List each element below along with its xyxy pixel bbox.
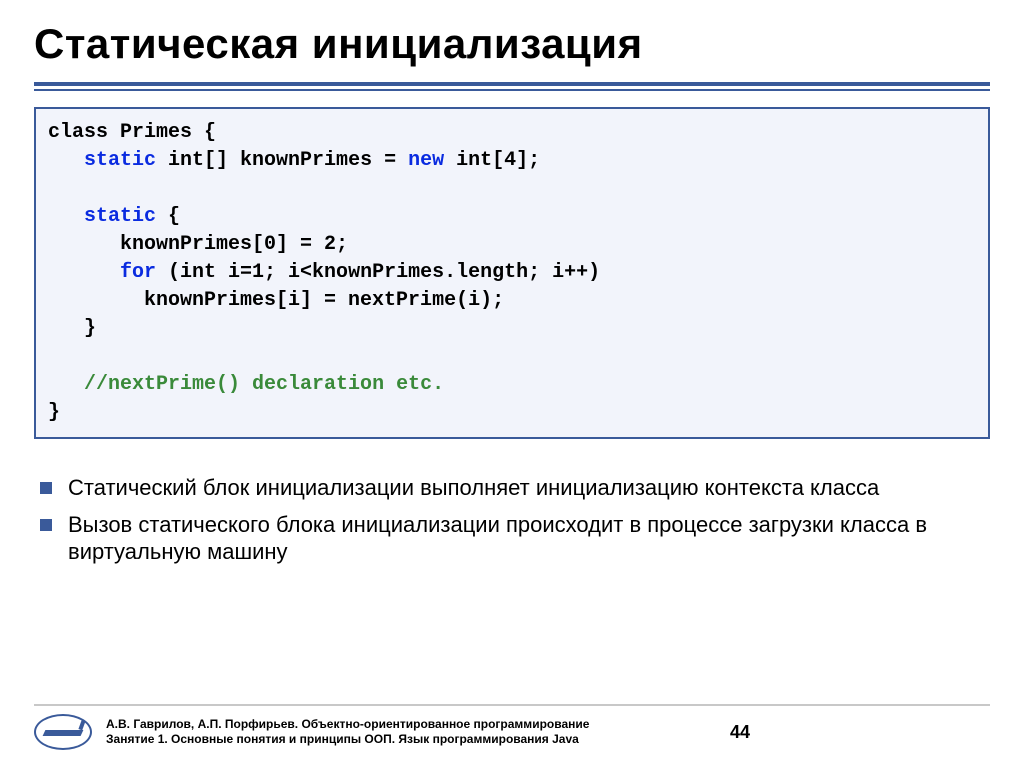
- footer-line-1: А.В. Гаврилов, А.П. Порфирьев. Объектно-…: [106, 717, 710, 732]
- code-line: knownPrimes[0] = 2;: [48, 233, 348, 256]
- page-number: 44: [730, 722, 750, 743]
- title-rule-thick: [34, 82, 990, 86]
- code-indent: [48, 373, 84, 396]
- keyword-for: for: [120, 261, 156, 284]
- code-line: }: [48, 317, 96, 340]
- code-indent: [48, 149, 84, 172]
- footer-row: А.В. Гаврилов, А.П. Порфирьев. Объектно-…: [34, 714, 990, 750]
- keyword-new: new: [408, 149, 444, 172]
- code-indent: [48, 261, 120, 284]
- slide-title: Статическая инициализация: [34, 20, 990, 68]
- code-line: }: [48, 401, 60, 424]
- title-rule-thin: [34, 89, 990, 91]
- keyword-static: static: [84, 149, 156, 172]
- code-text: int[] knownPrimes =: [156, 149, 408, 172]
- bullet-item: Статический блок инициализации выполняет…: [38, 475, 990, 502]
- keyword-static: static: [84, 205, 156, 228]
- footer: А.В. Гаврилов, А.П. Порфирьев. Объектно-…: [0, 704, 1024, 750]
- code-text: {: [156, 205, 180, 228]
- bullet-item: Вызов статического блока инициализации п…: [38, 512, 990, 566]
- code-indent: [48, 205, 84, 228]
- logo-icon: [34, 714, 92, 750]
- code-block: class Primes { static int[] knownPrimes …: [34, 107, 990, 439]
- code-line: knownPrimes[i] = nextPrime(i);: [48, 289, 504, 312]
- footer-text: А.В. Гаврилов, А.П. Порфирьев. Объектно-…: [106, 717, 710, 747]
- code-line: class Primes {: [48, 121, 216, 144]
- code-text: int[4];: [444, 149, 540, 172]
- footer-line-2: Занятие 1. Основные понятия и принципы О…: [106, 732, 710, 747]
- slide: Статическая инициализация class Primes {…: [0, 0, 1024, 768]
- footer-rule: [34, 704, 990, 706]
- code-text: (int i=1; i<knownPrimes.length; i++): [156, 261, 600, 284]
- code-comment: //nextPrime() declaration etc.: [84, 373, 444, 396]
- bullet-list: Статический блок инициализации выполняет…: [34, 475, 990, 565]
